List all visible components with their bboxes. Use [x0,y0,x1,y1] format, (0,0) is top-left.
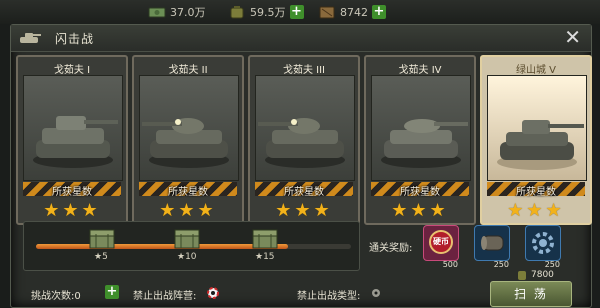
stage-name: 戈茹夫 IV [398,65,442,76]
stars-caption: 所获星数 [400,187,440,198]
milestone-label: ★15 [255,252,275,262]
stage-card-5[interactable]: 绿山城 V 所获星数 ★★★ [480,55,592,225]
gear-icon [532,232,554,254]
stars-caption: 所获星数 [284,187,324,198]
challenge-count: 挑战次数:0 [31,291,81,302]
tank-icon [20,33,41,43]
supplies-icon [230,5,244,18]
stage-name: 戈茹夫 II [168,65,208,76]
reward-text: 硬币 [433,237,449,246]
stars-caption-bar: 所获星数 [23,182,121,198]
tank-image [23,75,123,181]
tank-image [139,75,239,181]
stars-caption: 所获星数 [52,187,92,198]
sweep-cost: 7800 [516,269,554,281]
star-rating: ★★★ [507,200,565,221]
type-gear-icon [372,289,380,297]
milestone-label: ★10 [177,252,197,262]
reward-qty: 250 [493,260,509,269]
stars-caption-bar: 所获星数 [255,182,353,198]
star-rating: ★★★ [43,200,101,221]
fuel-icon [319,6,335,18]
add-supplies-button[interactable]: + [289,5,304,19]
tank-image [487,75,587,181]
star-rating: ★★★ [391,200,449,221]
star-rating: ★★★ [159,200,217,221]
sweep-button[interactable]: 扫 荡 [490,281,572,307]
supplies-value: 59.5万 [250,6,286,19]
reward-gear[interactable]: 250 [525,225,561,269]
rewards-label: 通关奖励: [369,243,413,254]
stage-card-4[interactable]: 戈茹夫 IV 所获星数 ★★★ [364,55,476,225]
lifebuoy-icon [207,287,219,299]
ammo-crate-icon[interactable] [88,228,116,250]
top-resource-bar: 37.0万 59.5万 + 8742 + [0,0,600,24]
tank-image [255,75,355,181]
stage-card-1[interactable]: 戈茹夫 I 所获星数 ★★★ [16,55,128,225]
blitz-panel: 闪击战 ✕ 戈茹夫 I 所获星数 ★★★ 戈茹夫 II 所获星数 ★★★ 戈茹夫… [10,24,592,308]
stage-name: 戈茹夫 I [53,65,91,76]
stage-card-2[interactable]: 戈茹夫 II 所获星数 ★★★ [132,55,244,225]
stage-name: 戈茹夫 III [282,65,326,76]
stars-caption: 所获星数 [516,187,556,198]
panel-title: 闪击战 [55,32,95,46]
reward-medal[interactable]: 硬币 500 [423,225,459,269]
barrel-icon [481,235,504,251]
fuel-value: 8742 [340,5,368,19]
stage-card-3[interactable]: 戈茹夫 III 所获星数 ★★★ [248,55,360,225]
stage-name: 绿山城 V [515,65,557,76]
stars-caption: 所获星数 [168,187,208,198]
reward-barrel[interactable]: 250 [474,225,510,269]
ammo-crate-icon[interactable] [173,228,201,250]
close-icon[interactable]: ✕ [564,27,581,47]
cash-icon [148,7,166,17]
milestone-label: ★5 [94,252,108,262]
tank-image [371,75,471,181]
star-rating: ★★★ [275,200,333,221]
stars-caption-bar: 所获星数 [139,182,237,198]
cash-resource: 37.0万 [148,4,206,20]
banned-type-label: 禁止出战类型: [297,291,361,302]
supplies-resource: 59.5万 + [228,4,304,20]
cash-value: 37.0万 [170,6,206,19]
reward-qty: 500 [442,260,458,269]
supplies-icon [518,271,526,280]
stars-caption-bar: 所获星数 [487,182,585,198]
sweep-cost-value: 7800 [531,270,554,280]
banned-formation-label: 禁止出战阵营: [133,291,197,302]
fuel-resource: 8742 + [318,4,386,20]
ammo-crate-icon[interactable] [251,228,279,250]
panel-titlebar: 闪击战 ✕ [11,25,591,52]
reward-qty: 250 [544,260,560,269]
add-fuel-button[interactable]: + [372,5,386,19]
star-progress-box: ★5 ★10 ★15 [23,221,360,271]
stars-caption-bar: 所获星数 [371,182,469,198]
add-challenge-button[interactable]: + [105,285,119,299]
